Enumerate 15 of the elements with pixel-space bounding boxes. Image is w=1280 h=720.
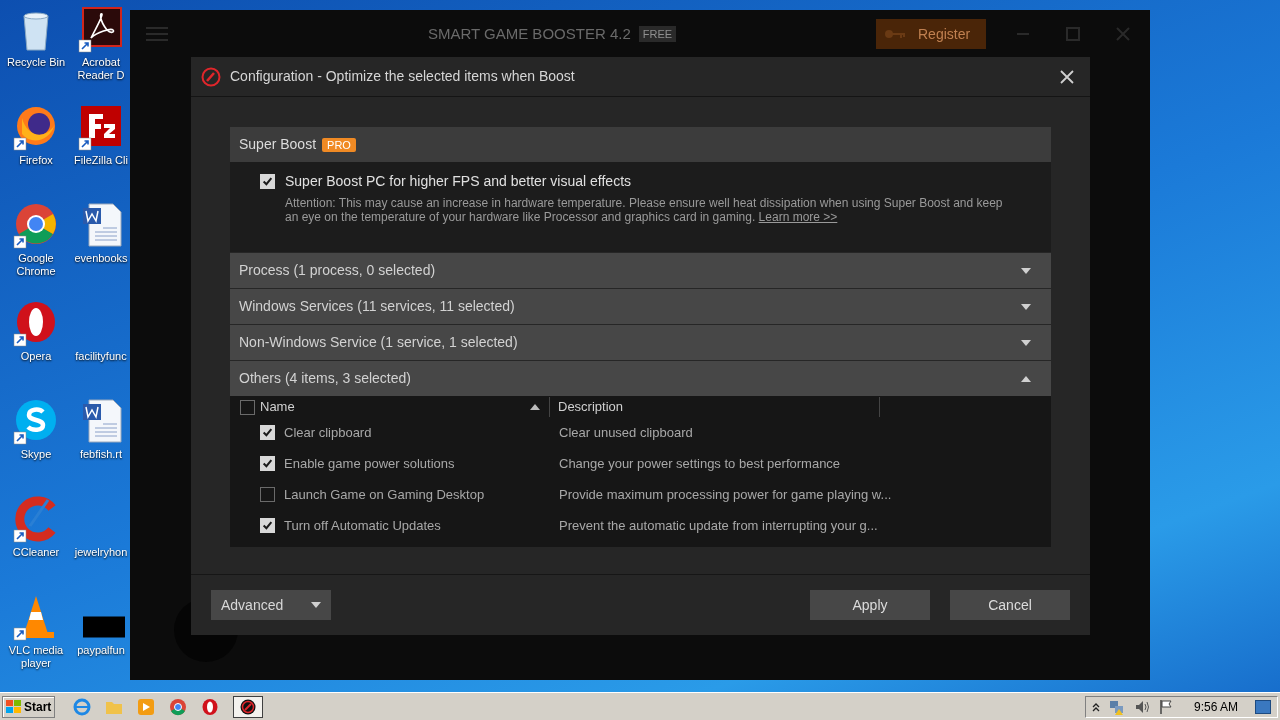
table-cell-text: Change your power settings to best performance	[558, 454, 841, 473]
table-cell-text: Enable game power solutions	[284, 454, 455, 473]
attention-text: Attention: This may cause an increase in hardware temperature. Please ensure well heat dissipation when using Super Boost and keep an eye on the temperature of your hardware like Processor and graphics card in gaming. Learn more >>	[285, 196, 1004, 224]
table-cell-text: Provide maximum processing power for game playing w...	[558, 485, 892, 504]
table-cell-text: Launch Game on Gaming Desktop	[284, 485, 485, 504]
table-cell-text: Turn off Automatic Updates	[284, 516, 441, 535]
edition-badge: FREE	[638, 25, 677, 43]
table-cell-text: Clear clipboard	[284, 423, 372, 442]
app-title: SMART GAME BOOSTER 4.2	[427, 23, 631, 44]
pro-badge: PRO	[322, 137, 356, 152]
dialog-title: Configuration - Optimize the selected items when Boost	[230, 67, 576, 86]
section-title: Super Boost	[239, 135, 317, 154]
table-cell-text: Prevent the automatic update from interrupting your g...	[558, 516, 878, 535]
option-label: Super Boost PC for higher FPS and better visual effects	[285, 172, 632, 191]
table-cell-text: Clear unused clipboard	[558, 423, 693, 442]
